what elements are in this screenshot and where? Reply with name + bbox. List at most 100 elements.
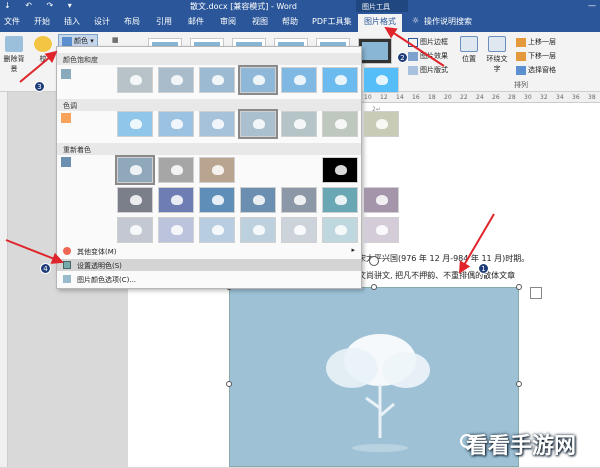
color-swatch[interactable] bbox=[322, 67, 358, 93]
color-swatch[interactable] bbox=[281, 217, 317, 243]
flower-thumbnail-icon bbox=[253, 119, 265, 129]
tab-file[interactable]: 文件 bbox=[4, 16, 20, 27]
document-text-line-2: 文尚骈文, 把凡不押韵、不重排偶的散体文章 bbox=[358, 271, 516, 280]
resize-handle-left[interactable] bbox=[226, 381, 232, 387]
color-swatch[interactable] bbox=[281, 187, 317, 213]
resize-handle-right[interactable] bbox=[516, 381, 522, 387]
color-swatch[interactable] bbox=[158, 67, 194, 93]
document-text-line-1: 宋太平兴国(976 年 12 月-984 年 11 月)时期。 bbox=[358, 254, 530, 263]
flower-thumbnail-icon bbox=[294, 195, 306, 205]
color-swatch[interactable] bbox=[199, 217, 235, 243]
color-icon bbox=[62, 36, 72, 46]
minimize-button[interactable]: — bbox=[588, 1, 596, 10]
ruler-tick: 36 bbox=[572, 94, 580, 101]
sun-icon bbox=[34, 36, 52, 52]
step-marker-4: 4 bbox=[40, 263, 51, 274]
watermark-logo: 看看手游网 bbox=[460, 428, 598, 464]
layout-options-icon[interactable] bbox=[530, 287, 542, 299]
color-swatch[interactable] bbox=[281, 67, 317, 93]
color-swatch[interactable] bbox=[117, 111, 153, 137]
ruler-tick: 12 bbox=[380, 94, 388, 101]
flower-thumbnail-icon bbox=[335, 225, 347, 235]
tab-review[interactable]: 审阅 bbox=[220, 16, 236, 27]
flower-thumbnail-icon bbox=[171, 165, 183, 175]
color-swatch[interactable] bbox=[199, 157, 235, 183]
picture-style-6[interactable] bbox=[358, 38, 392, 64]
tab-layout[interactable]: 布局 bbox=[124, 16, 140, 27]
color-swatch[interactable] bbox=[199, 187, 235, 213]
color-swatch[interactable] bbox=[281, 111, 317, 137]
flower-thumbnail-icon bbox=[294, 75, 306, 85]
color-swatch[interactable] bbox=[117, 67, 153, 93]
tab-view[interactable]: 视图 bbox=[252, 16, 268, 27]
picture-layout-button[interactable]: 图片版式 bbox=[408, 65, 448, 75]
tab-help[interactable]: 帮助 bbox=[282, 16, 298, 27]
color-swatch[interactable] bbox=[158, 111, 194, 137]
color-swatch[interactable] bbox=[117, 217, 153, 243]
ruler-tick: 26 bbox=[492, 94, 500, 101]
color-swatch[interactable] bbox=[363, 111, 399, 137]
color-swatch[interactable] bbox=[199, 111, 235, 137]
more-variations-item[interactable]: 其他变体(M) ▸ bbox=[57, 245, 361, 257]
flower-thumbnail-icon bbox=[130, 195, 142, 205]
submenu-arrow-icon: ▸ bbox=[351, 246, 355, 254]
color-swatch[interactable] bbox=[158, 157, 194, 183]
color-swatch[interactable] bbox=[363, 187, 399, 213]
color-swatch[interactable] bbox=[158, 187, 194, 213]
wrap-text-button[interactable]: 环绕文字 bbox=[484, 36, 510, 74]
flower-thumbnail-icon bbox=[376, 75, 388, 85]
title-bar: ↓ ↶ ↷ ▾ 散文.docx [兼容模式] - Word 图片工具 — bbox=[0, 0, 600, 12]
compress-pictures-icon[interactable]: ▦ bbox=[112, 36, 119, 44]
resize-handle-top[interactable] bbox=[371, 284, 377, 290]
color-swatch[interactable] bbox=[199, 67, 235, 93]
color-swatch[interactable] bbox=[238, 109, 278, 139]
picture-effects-button[interactable]: 图片效果 bbox=[408, 51, 448, 61]
selection-pane-button[interactable]: 选择窗格 bbox=[516, 65, 556, 75]
color-swatch[interactable] bbox=[115, 155, 155, 185]
bring-forward-button[interactable]: 上移一层 bbox=[516, 37, 556, 47]
vertical-ruler[interactable] bbox=[0, 92, 8, 467]
step-marker-2: 2 bbox=[397, 52, 408, 63]
tab-design[interactable]: 设计 bbox=[94, 16, 110, 27]
tab-mailings[interactable]: 邮件 bbox=[188, 16, 204, 27]
tab-references[interactable]: 引用 bbox=[156, 16, 172, 27]
tab-picture-format[interactable]: 图片格式 bbox=[358, 14, 402, 32]
color-swatch[interactable] bbox=[158, 217, 194, 243]
color-swatch[interactable] bbox=[238, 65, 278, 95]
picture-border-button[interactable]: 图片边框 bbox=[408, 37, 448, 47]
remove-background-button[interactable]: 删除背景 bbox=[2, 36, 26, 74]
color-swatch[interactable] bbox=[322, 157, 358, 183]
flower-thumbnail-icon bbox=[335, 165, 347, 175]
flower-thumbnail-icon bbox=[212, 119, 224, 129]
color-swatch[interactable] bbox=[240, 217, 276, 243]
color-swatch[interactable] bbox=[322, 187, 358, 213]
palette-icon bbox=[63, 247, 71, 255]
flower-thumbnail-icon bbox=[335, 119, 347, 129]
send-backward-button[interactable]: 下移一层 bbox=[516, 51, 556, 61]
lightbulb-icon: ☼ bbox=[412, 16, 420, 25]
color-swatch[interactable] bbox=[322, 217, 358, 243]
step-marker-3: 3 bbox=[34, 81, 45, 92]
send-backward-icon bbox=[516, 51, 526, 61]
ruler-tick: 18 bbox=[428, 94, 436, 101]
flower-thumbnail-icon bbox=[130, 225, 142, 235]
tone-icon bbox=[61, 113, 71, 123]
color-swatch[interactable] bbox=[363, 67, 399, 93]
set-transparent-color-item[interactable]: 设置透明色(S) bbox=[57, 259, 361, 271]
horizontal-ruler[interactable]: 10 12 14 16 18 20 22 24 26 28 30 32 34 3… bbox=[360, 92, 600, 103]
resize-handle-top-right[interactable] bbox=[516, 284, 522, 290]
position-button[interactable]: 位置 bbox=[458, 36, 480, 64]
quick-access-toolbar[interactable]: ↓ ↶ ↷ ▾ bbox=[4, 1, 78, 10]
tab-home[interactable]: 开始 bbox=[34, 16, 50, 27]
rotate-handle[interactable] bbox=[369, 256, 379, 266]
tell-me-search[interactable]: 操作说明搜索 bbox=[424, 16, 472, 27]
color-swatch[interactable] bbox=[363, 217, 399, 243]
tab-insert[interactable]: 插入 bbox=[64, 16, 80, 27]
corrections-button[interactable]: 校 bbox=[32, 36, 54, 64]
color-swatch[interactable] bbox=[117, 187, 153, 213]
tab-pdf-tools[interactable]: PDF工具集 bbox=[312, 16, 352, 27]
color-swatch[interactable] bbox=[322, 111, 358, 137]
picture-color-options-item[interactable]: 图片颜色选项(C)... bbox=[57, 273, 361, 285]
color-swatch[interactable] bbox=[240, 187, 276, 213]
selection-pane-icon bbox=[516, 65, 526, 75]
